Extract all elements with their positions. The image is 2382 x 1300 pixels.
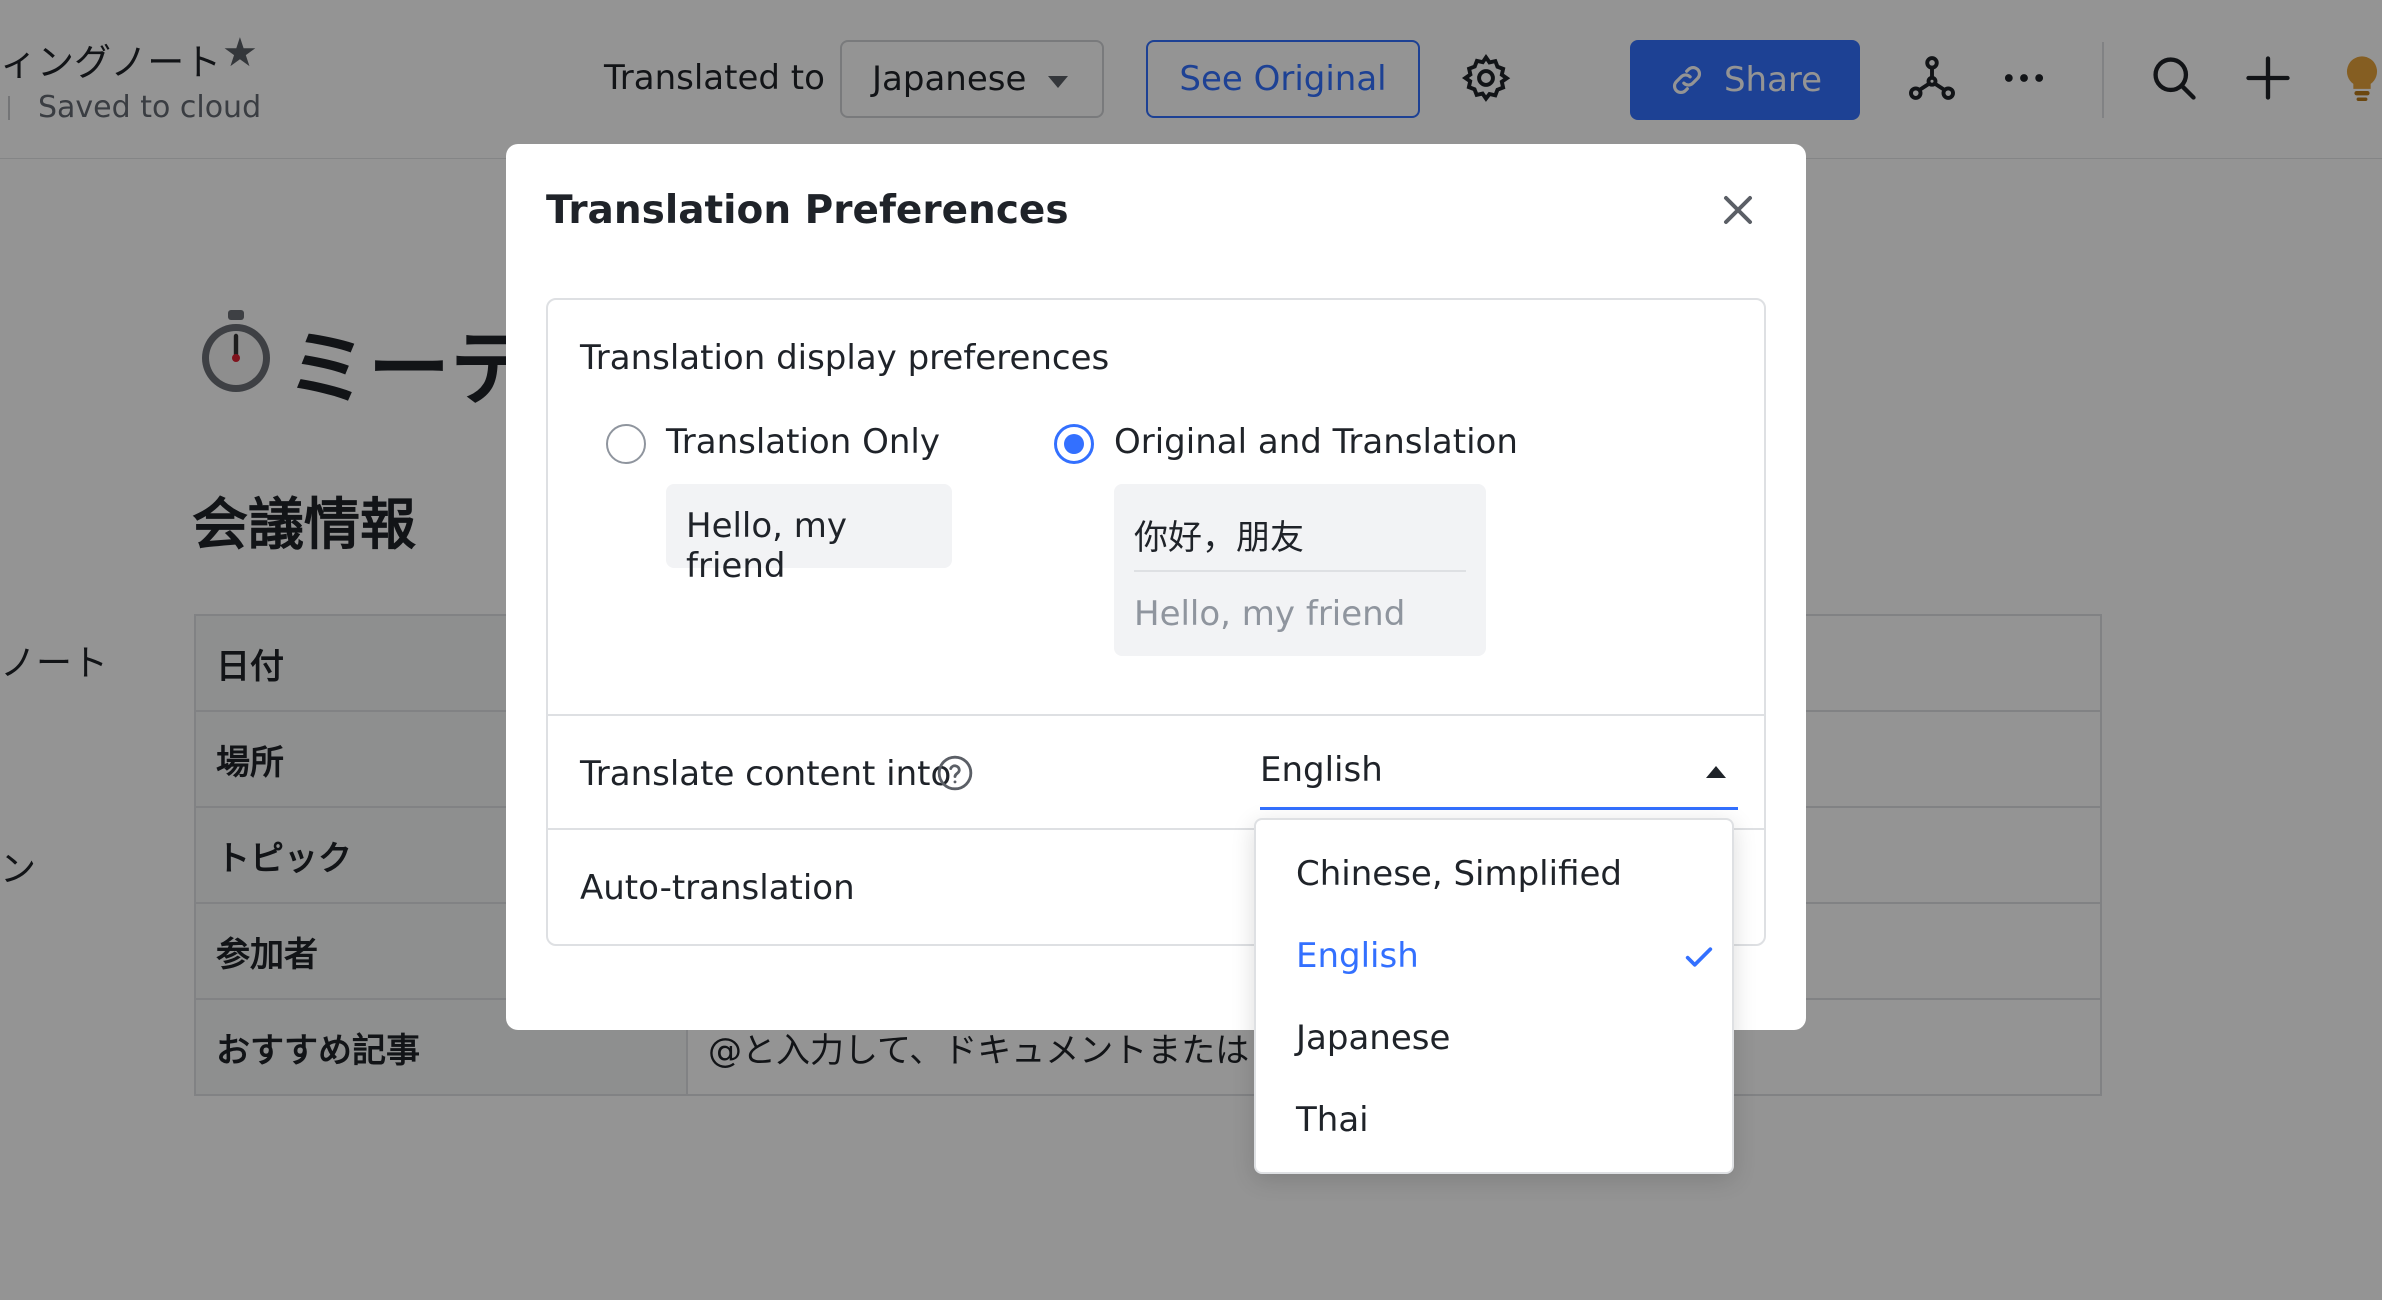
auto-translation-label: Auto-translation [580, 868, 855, 908]
dropdown-option-thai[interactable]: Thai [1296, 1100, 1369, 1140]
translation-only-label[interactable]: Translation Only [666, 422, 940, 462]
original-and-translation-preview: 你好，朋友 Hello, my friend [1114, 484, 1486, 656]
preview-original-text: 你好，朋友 [1134, 518, 1304, 558]
help-icon[interactable] [936, 754, 974, 792]
original-and-translation-label[interactable]: Original and Translation [1114, 422, 1518, 462]
display-preferences-label: Translation display preferences [580, 338, 1110, 378]
translate-into-label: Translate content into [580, 754, 952, 794]
check-icon [1685, 947, 1713, 967]
language-dropdown-menu: Chinese, Simplified English Japanese Tha… [1254, 818, 1734, 1174]
divider [548, 714, 1764, 716]
dropdown-option-japanese[interactable]: Japanese [1296, 1018, 1450, 1058]
preview-translation-text: Hello, my friend [686, 506, 848, 586]
divider [1134, 570, 1466, 572]
dropdown-option-english[interactable]: English [1296, 936, 1419, 976]
dropdown-option-chinese-simplified[interactable]: Chinese, Simplified [1296, 854, 1622, 894]
original-and-translation-radio[interactable] [1054, 424, 1094, 464]
close-icon[interactable] [1714, 186, 1762, 234]
modal-title: Translation Preferences [546, 188, 1069, 233]
caret-up-icon [1706, 766, 1726, 778]
translate-into-select[interactable]: English [1260, 744, 1738, 810]
translation-only-radio[interactable] [606, 424, 646, 464]
translate-into-value: English [1260, 750, 1383, 790]
preview-translation-text: Hello, my friend [1134, 594, 1406, 634]
translation-only-preview: Hello, my friend [666, 484, 952, 586]
